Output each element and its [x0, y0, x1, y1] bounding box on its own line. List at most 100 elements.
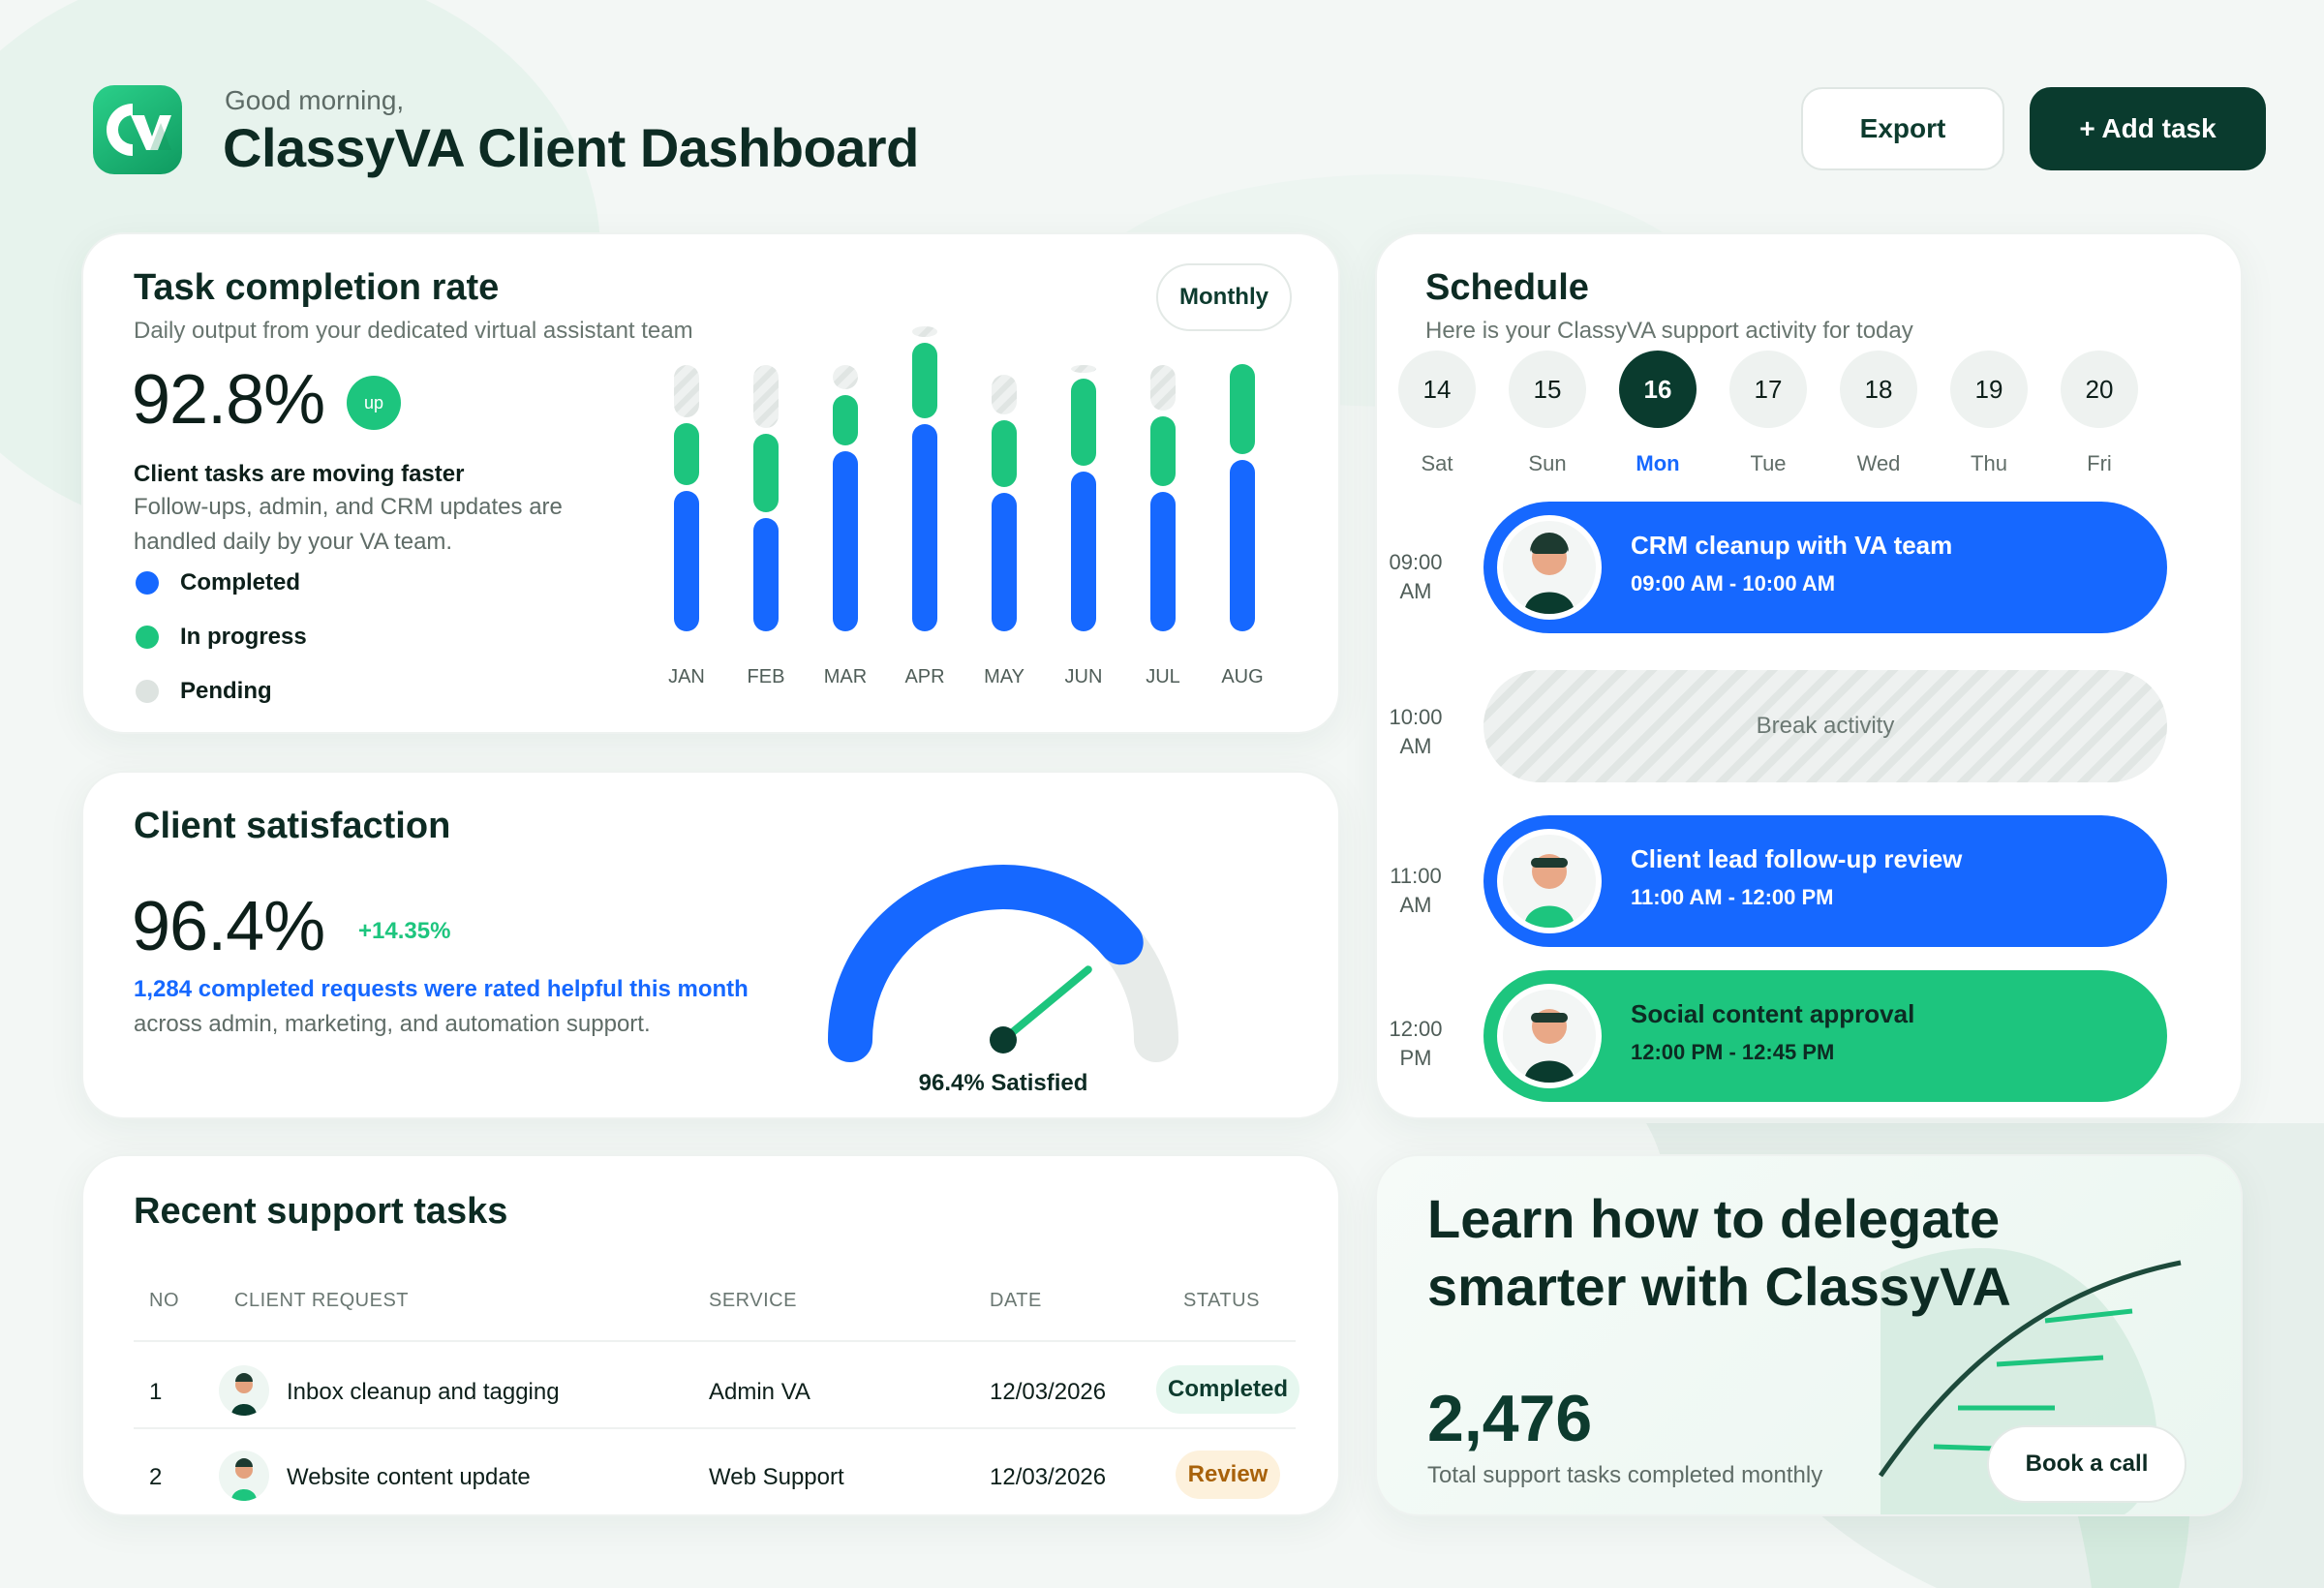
- row-divider: [134, 1427, 1296, 1429]
- event-title: Social content approval: [1631, 999, 1915, 1028]
- schedule-card: Schedule Here is your ClassyVA support a…: [1375, 232, 2243, 1119]
- client-satisfaction-card: Client satisfaction 96.4% +14.35% 1,284 …: [81, 771, 1340, 1119]
- book-a-call-button[interactable]: Book a call: [1987, 1425, 2186, 1503]
- recent-support-tasks-card: Recent support tasks NO CLIENT REQUEST S…: [81, 1154, 1340, 1516]
- bar-in-progress-aug: [1230, 364, 1255, 454]
- row-divider: [134, 1340, 1296, 1342]
- x-tick-label-jan: JAN: [668, 666, 705, 687]
- day-17[interactable]: 17: [1729, 351, 1807, 428]
- event-title: Client lead follow-up review: [1631, 844, 1963, 873]
- client-avatar: [219, 1451, 269, 1501]
- gauge-label: 96.4% Satisfied: [919, 1070, 1088, 1096]
- person-icon: [1524, 1009, 1575, 1083]
- gauge-pivot: [990, 1026, 1017, 1054]
- time-slot-hour: 09:00: [1389, 550, 1443, 574]
- weekday-label: Wed: [1856, 451, 1901, 475]
- logo-mark-icon: [107, 104, 171, 156]
- person-icon: [231, 1458, 257, 1501]
- event-lead-follow-up[interactable]: Client lead follow-up review 11:00 AM - …: [1483, 815, 2167, 947]
- day-19[interactable]: 19: [1950, 351, 2028, 428]
- time-slot-label: 12:00 PM: [1385, 1015, 1447, 1073]
- legend-completed: Completed: [136, 569, 300, 596]
- client-request-text: Website content update: [287, 1464, 531, 1490]
- bar-completed-feb: [753, 518, 779, 631]
- time-slot-label: 10:00 AM: [1385, 703, 1447, 761]
- bar-completed-may: [992, 493, 1017, 631]
- gauge-needle: [999, 965, 1092, 1044]
- service-text: Web Support: [709, 1464, 844, 1490]
- bar-completed-mar: [833, 451, 858, 631]
- completion-description: Follow-ups, admin, and CRM updates are h…: [134, 494, 563, 555]
- bar-completed-aug: [1230, 460, 1255, 631]
- column-header-service: SERVICE: [709, 1290, 797, 1311]
- bar-in-progress-feb: [753, 434, 779, 512]
- completion-headline: Client tasks are moving faster: [134, 461, 465, 487]
- legend-dot-completed: [136, 571, 159, 595]
- x-tick-label-apr: APR: [904, 666, 944, 687]
- day-14[interactable]: 14: [1398, 351, 1476, 428]
- attendee-avatar: [1497, 984, 1602, 1088]
- service-text: Admin VA: [709, 1379, 810, 1405]
- trend-up-badge: up: [347, 376, 401, 430]
- attendee-avatar: [1497, 515, 1602, 620]
- column-header-client-request: CLIENT REQUEST: [234, 1290, 409, 1311]
- bar-in-progress-mar: [833, 395, 858, 445]
- classyva-logo: [93, 85, 182, 174]
- day-15[interactable]: 15: [1509, 351, 1586, 428]
- person-icon: [1524, 533, 1575, 614]
- learn-delegate-card: Learn how to delegate smarter with Class…: [1375, 1154, 2243, 1516]
- time-slot-hour: 10:00: [1389, 705, 1443, 729]
- bar-completed-apr: [912, 424, 937, 631]
- bar-in-progress-jan: [674, 423, 699, 485]
- event-crm-cleanup[interactable]: CRM cleanup with VA team 09:00 AM - 10:0…: [1483, 502, 2167, 633]
- status-badge: Review: [1176, 1451, 1280, 1499]
- x-tick-label-feb: FEB: [748, 666, 785, 687]
- satisfaction-delta: +14.35%: [358, 918, 451, 944]
- time-slot-label: 11:00 AM: [1385, 862, 1447, 920]
- task-completion-bar-chart: JAN FEB MAR APR MAY JUN JUL AUG: [668, 326, 1264, 687]
- status-badge: Completed: [1156, 1365, 1300, 1414]
- row-number: 2: [149, 1464, 163, 1490]
- bar-in-progress-apr: [912, 343, 937, 418]
- satisfaction-score: 96.4%: [132, 888, 325, 965]
- schedule-title: Schedule: [1425, 267, 1589, 308]
- row-number: 1: [149, 1379, 163, 1405]
- event-title: CRM cleanup with VA team: [1631, 531, 1953, 560]
- add-task-button[interactable]: + Add task: [2030, 87, 2266, 170]
- weekday-label: Thu: [1971, 451, 2007, 475]
- bar-completed-jan: [674, 491, 699, 631]
- x-tick-label-may: MAY: [984, 666, 1024, 687]
- day-16-selected[interactable]: 16: [1619, 351, 1697, 428]
- export-button[interactable]: Export: [1801, 87, 2004, 170]
- learn-title: Learn how to delegate smarter with Class…: [1427, 1188, 2011, 1317]
- page-title: ClassyVA Client Dashboard: [223, 117, 919, 178]
- date-text: 12/03/2026: [990, 1379, 1107, 1405]
- weekday-label-active: Mon: [1636, 451, 1680, 475]
- bar-pending-feb: [753, 365, 779, 428]
- event-social-content-approval[interactable]: Social content approval 12:00 PM - 12:45…: [1483, 970, 2167, 1102]
- day-20[interactable]: 20: [2061, 351, 2138, 428]
- monthly-tasks-stat: 2,476: [1427, 1382, 1593, 1455]
- event-time: 09:00 AM - 10:00 AM: [1631, 571, 1836, 596]
- legend-in-progress: In progress: [136, 624, 307, 651]
- attendee-avatar: [1497, 829, 1602, 933]
- task-completion-card: Task completion rate Daily output from y…: [81, 232, 1340, 734]
- legend-dot-pending: [136, 680, 159, 703]
- schedule-subtitle: Here is your ClassyVA support activity f…: [1425, 318, 1913, 344]
- recent-tasks-title: Recent support tasks: [134, 1191, 508, 1232]
- bar-in-progress-jun: [1071, 379, 1096, 466]
- person-icon: [231, 1373, 257, 1416]
- x-tick-label-jul: JUL: [1146, 666, 1180, 687]
- time-slot-period: AM: [1399, 893, 1432, 917]
- date-text: 12/03/2026: [990, 1464, 1107, 1490]
- monthly-tasks-label: Total support tasks completed monthly: [1427, 1462, 1823, 1488]
- satisfaction-title: Client satisfaction: [134, 806, 451, 846]
- task-completion-subtitle: Daily output from your dedicated virtual…: [134, 318, 693, 344]
- time-slot-hour: 11:00: [1390, 864, 1442, 888]
- time-slot-label: 09:00 AM: [1385, 548, 1447, 606]
- event-time: 11:00 AM - 12:00 PM: [1631, 885, 1834, 909]
- legend-label: Completed: [180, 569, 301, 596]
- client-avatar: [219, 1365, 269, 1416]
- day-18[interactable]: 18: [1840, 351, 1917, 428]
- bar-completed-jun: [1071, 472, 1096, 631]
